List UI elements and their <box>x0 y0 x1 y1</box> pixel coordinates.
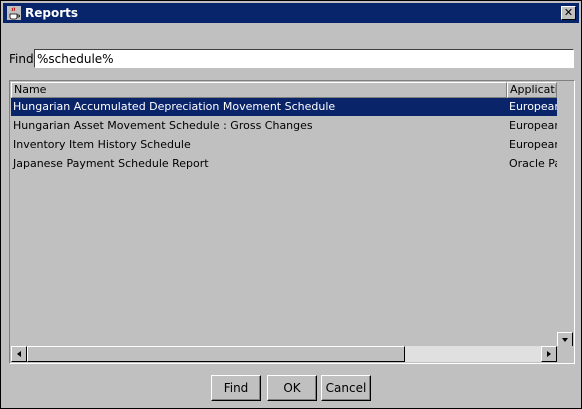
table-body: Hungarian Accumulated Depreciation Movem… <box>11 98 557 349</box>
window-title: Reports <box>25 6 79 20</box>
cell-name: Inventory Item History Schedule <box>13 138 191 151</box>
reports-table: Name Applicatio Hungarian Accumulated De… <box>9 80 575 364</box>
find-button[interactable]: Find <box>211 375 261 401</box>
table-row[interactable]: Hungarian Asset Movement Schedule : Gros… <box>11 117 557 135</box>
java-cup-icon <box>7 6 21 20</box>
horizontal-scroll-thumb[interactable] <box>27 346 405 362</box>
close-button[interactable]: ✕ <box>561 6 576 20</box>
ok-button[interactable]: OK <box>267 375 317 401</box>
cell-application: European <box>509 100 557 113</box>
cell-name: Hungarian Asset Movement Schedule : Gros… <box>13 119 313 132</box>
cell-application: European <box>509 119 557 132</box>
cancel-button[interactable]: Cancel <box>321 375 371 401</box>
arrow-left-icon <box>17 351 21 357</box>
vertical-scroll-track[interactable] <box>557 82 573 332</box>
vertical-scrollbar[interactable] <box>557 82 573 348</box>
cell-application: European <box>509 138 557 151</box>
cell-name: Japanese Payment Schedule Report <box>13 157 209 170</box>
horizontal-scrollbar[interactable] <box>11 346 557 362</box>
cell-name: Hungarian Accumulated Depreciation Movem… <box>13 100 336 113</box>
title-bar[interactable]: Reports ✕ <box>3 3 579 23</box>
column-header-application[interactable]: Applicatio <box>507 82 557 98</box>
column-header-name[interactable]: Name <box>11 82 507 98</box>
scroll-right-button[interactable] <box>541 346 557 362</box>
cell-application: Oracle Pa <box>509 157 557 170</box>
scroll-left-button[interactable] <box>11 346 27 362</box>
scrollbar-corner <box>557 346 573 362</box>
table-row[interactable]: Inventory Item History Schedule European <box>11 136 557 154</box>
reports-dialog: Reports ✕ Find Name Applicatio Hungarian… <box>0 0 582 409</box>
table-row[interactable]: Hungarian Accumulated Depreciation Movem… <box>11 98 557 116</box>
arrow-down-icon <box>562 338 568 342</box>
table-header: Name Applicatio <box>11 82 557 98</box>
arrow-right-icon <box>547 351 551 357</box>
find-label: Find <box>9 52 34 66</box>
table-row[interactable]: Japanese Payment Schedule Report Oracle … <box>11 155 557 173</box>
find-input[interactable] <box>34 49 574 68</box>
